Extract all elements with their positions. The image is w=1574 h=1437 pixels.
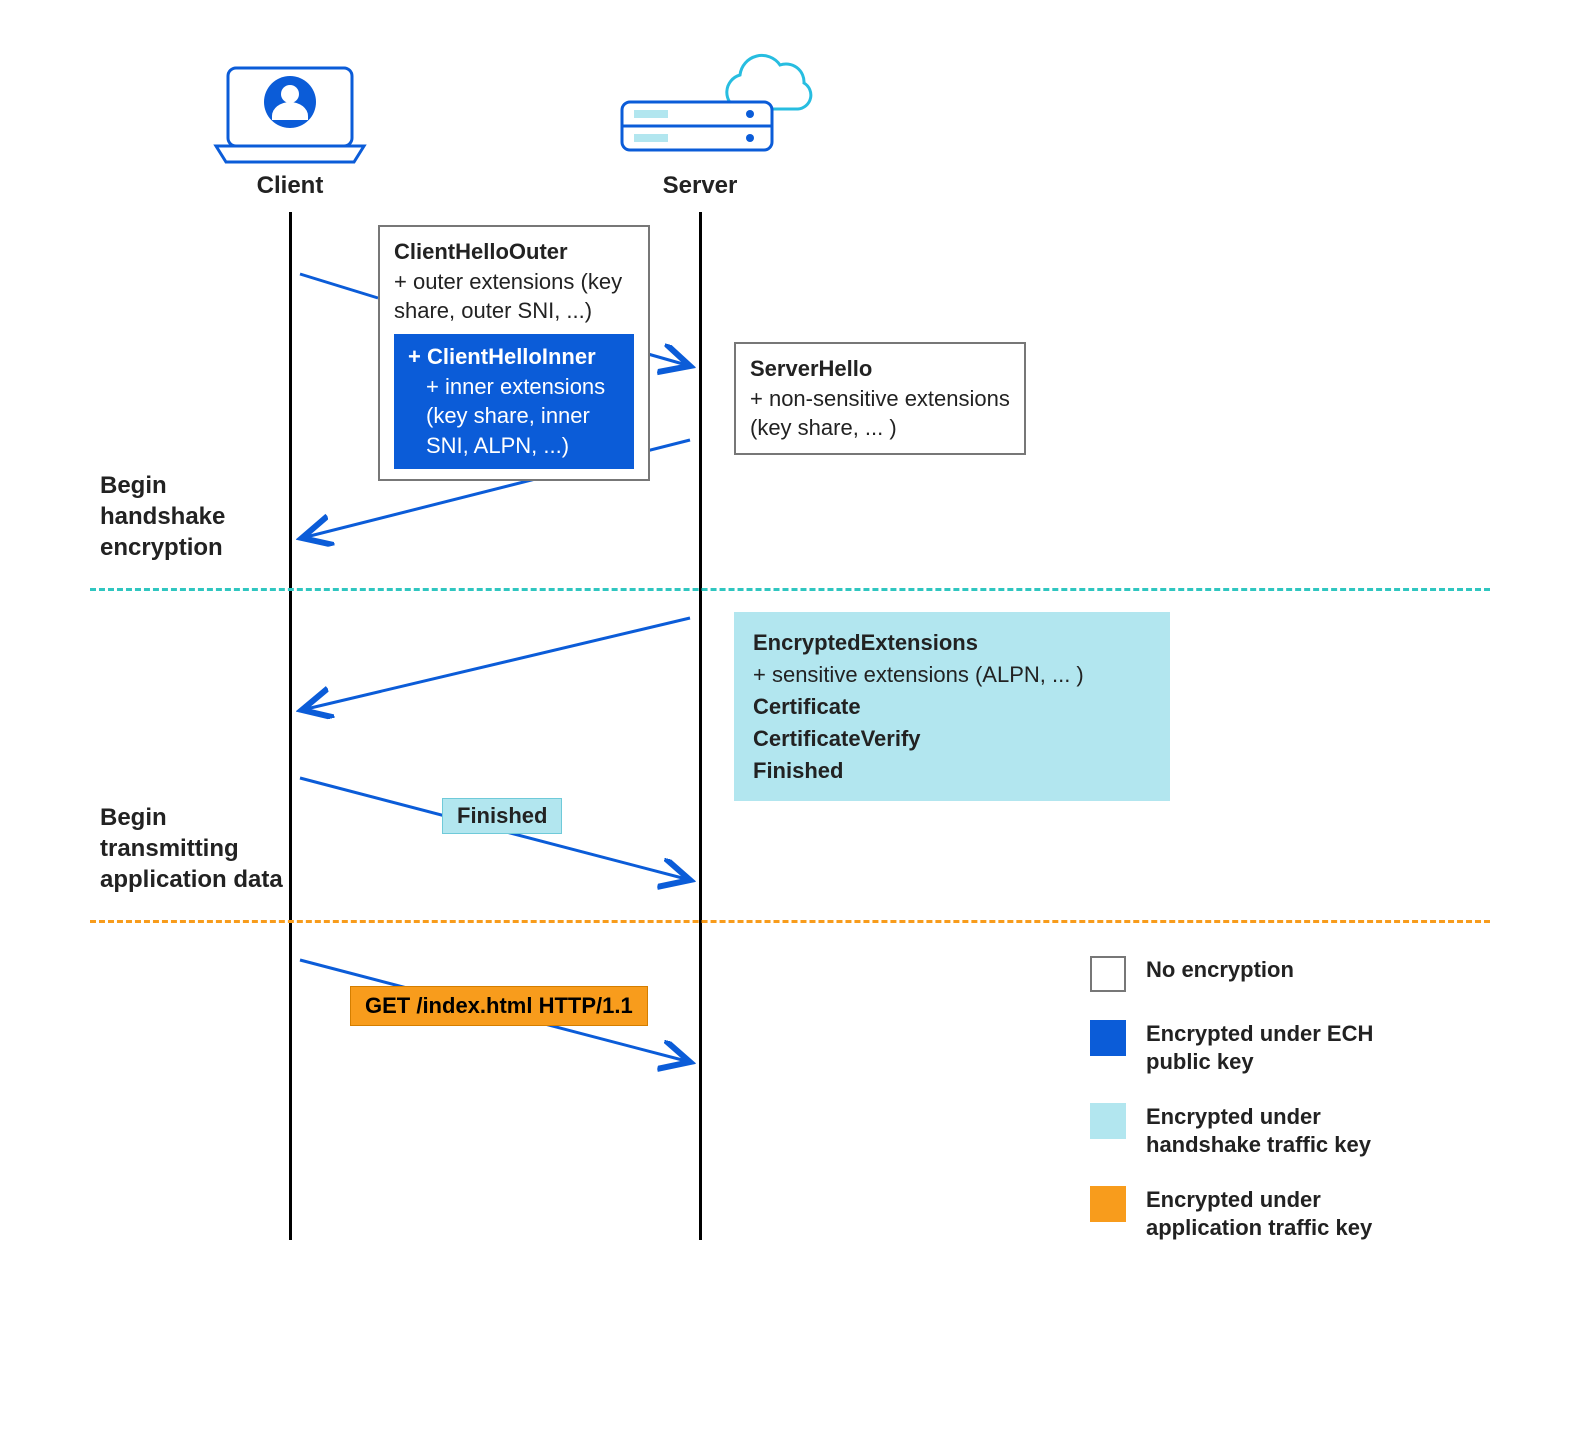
client-hello-inner-title: + ClientHelloInner	[408, 342, 620, 372]
server-hello-title: ServerHello	[750, 354, 1010, 384]
ee-line5: Finished	[753, 755, 1151, 787]
encrypted-extensions-box: EncryptedExtensions + sensitive extensio…	[734, 612, 1170, 801]
legend-swatch-app	[1090, 1186, 1126, 1222]
http-get-box: GET /index.html HTTP/1.1	[350, 986, 648, 1026]
ee-line1: EncryptedExtensions	[753, 627, 1151, 659]
legend-app-label: Encrypted under application traffic key	[1146, 1186, 1426, 1241]
client-hello-inner-detail: + inner extensions (key share, inner SNI…	[426, 374, 605, 458]
legend-row-ech: Encrypted under ECH public key	[1090, 1020, 1426, 1075]
legend-ech-label: Encrypted under ECH public key	[1146, 1020, 1426, 1075]
legend-swatch-hsk	[1090, 1103, 1126, 1139]
client-finished-label: Finished	[457, 803, 547, 828]
http-get-label: GET /index.html HTTP/1.1	[365, 993, 633, 1018]
client-finished-box: Finished	[442, 798, 562, 834]
server-hello-detail: + non-sensitive extensions (key share, .…	[750, 384, 1010, 443]
ee-line3: Certificate	[753, 691, 1151, 723]
client-hello-inner-box: + ClientHelloInner + inner extensions (k…	[394, 334, 634, 469]
legend-hsk-label: Encrypted under handshake traffic key	[1146, 1103, 1426, 1158]
phase-appdata-label: Begin transmitting application data	[100, 802, 283, 896]
legend: No encryption Encrypted under ECH public…	[1090, 956, 1426, 1269]
ee-line2: + sensitive extensions (ALPN, ... )	[753, 659, 1151, 691]
client-hello-outer-detail: + outer extensions (key share, outer SNI…	[394, 267, 634, 326]
legend-swatch-none	[1090, 956, 1126, 992]
legend-row-hsk: Encrypted under handshake traffic key	[1090, 1103, 1426, 1158]
legend-none-label: No encryption	[1146, 956, 1294, 984]
application-data-divider	[90, 920, 1490, 923]
phase-handshake-label: Begin handshake encryption	[100, 470, 225, 564]
ee-line4: CertificateVerify	[753, 723, 1151, 755]
tls-ech-sequence-diagram: Client Server ClientHelloOuter + outer e…	[40, 40, 1534, 1397]
legend-row-none: No encryption	[1090, 956, 1426, 992]
legend-row-app: Encrypted under application traffic key	[1090, 1186, 1426, 1241]
legend-swatch-ech	[1090, 1020, 1126, 1056]
server-hello-box: ServerHello + non-sensitive extensions (…	[734, 342, 1026, 455]
handshake-encryption-divider	[90, 588, 1490, 591]
client-hello-outer-title: ClientHelloOuter	[394, 237, 634, 267]
client-hello-outer-box: ClientHelloOuter + outer extensions (key…	[378, 225, 650, 481]
